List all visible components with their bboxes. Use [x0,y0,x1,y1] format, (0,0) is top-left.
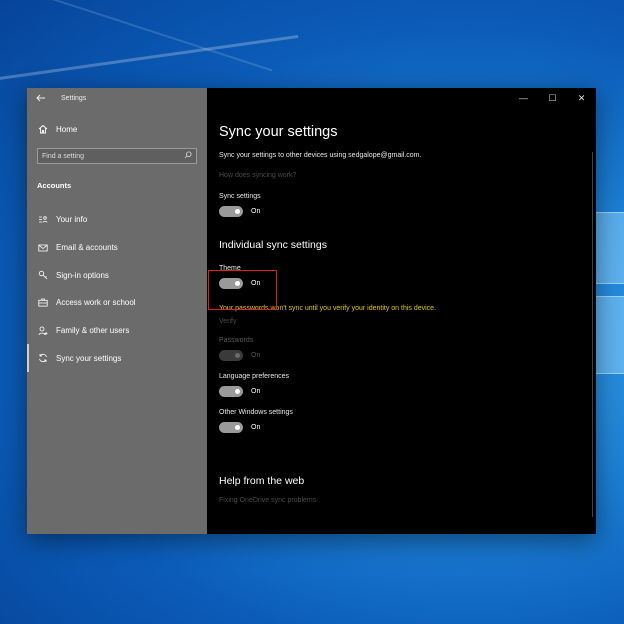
desktop-light-beam [0,34,299,89]
minimize-button[interactable]: — [509,88,538,108]
highlight-box [208,270,277,310]
close-button[interactable]: ✕ [567,88,596,108]
sidebar-item-your-info[interactable]: Your info [27,206,207,234]
sidebar-item-label: Family & other users [56,326,130,336]
other-windows-settings-toggle[interactable] [219,421,243,433]
key-icon [37,269,49,281]
section-accounts: Accounts [37,181,72,190]
desktop-light-beam [0,0,273,72]
home-link[interactable]: Home [27,118,207,140]
person-card-icon [37,214,49,226]
person-add-icon [37,325,49,337]
sidebar: Settings Home Find a setting Accounts Yo… [27,88,207,534]
envelope-icon [37,242,49,254]
window-controls: — ☐ ✕ [509,88,596,108]
settings-window: Settings Home Find a setting Accounts Yo… [27,88,596,534]
sync-settings-label: Sync settings [219,193,261,200]
sidebar-item-label: Sign-in options [56,270,109,280]
sync-icon [37,352,49,364]
main-panel: — ☐ ✕ Sync your settings Sync your setti… [207,88,596,534]
language-preferences-toggle[interactable] [219,385,243,397]
title-bar: Settings [27,88,207,108]
windows-logo-icon [595,212,624,374]
search-input[interactable]: Find a setting [37,148,197,164]
maximize-button[interactable]: ☐ [538,88,567,108]
sidebar-item-sync-settings[interactable]: Sync your settings [27,344,207,373]
toggle-state: On [251,207,261,215]
help-heading: Help from the web [219,475,305,487]
search-icon[interactable] [184,151,192,161]
passwords-toggle [219,349,243,361]
home-label: Home [56,124,78,134]
verify-link[interactable]: Verify [219,318,579,325]
individual-sync-heading: Individual sync settings [219,239,327,251]
toggle-state: On [251,351,261,359]
sidebar-item-label: Email & accounts [56,243,118,253]
sidebar-item-access-work[interactable]: Access work or school [27,289,207,317]
search-placeholder: Find a setting [42,152,85,160]
sidebar-item-label: Access work or school [56,298,136,308]
sidebar-item-sign-in-options[interactable]: Sign-in options [27,261,207,289]
scrollbar[interactable] [592,152,593,517]
toggle-state: On [251,387,261,395]
language-preferences-label: Language preferences [219,373,290,380]
how-syncing-works-link[interactable]: How does syncing work? [219,172,579,179]
sidebar-item-family-users[interactable]: Family & other users [27,317,207,345]
sidebar-item-email-accounts[interactable]: Email & accounts [27,234,207,262]
sync-settings-toggle[interactable] [219,205,243,217]
home-icon [37,123,49,135]
toggle-state: On [251,423,261,431]
onedrive-sync-help-link[interactable]: Fixing OneDrive sync problems [219,497,579,504]
briefcase-icon [37,297,49,309]
passwords-label: Passwords [219,337,254,344]
app-title: Settings [61,94,87,102]
back-arrow-icon[interactable] [35,93,47,103]
sidebar-item-label: Your info [56,215,88,225]
sidebar-item-label: Sync your settings [56,353,122,363]
other-windows-settings-label: Other Windows settings [219,409,293,416]
sync-description: Sync your settings to other devices usin… [219,152,422,159]
page-title: Sync your settings [219,124,338,140]
